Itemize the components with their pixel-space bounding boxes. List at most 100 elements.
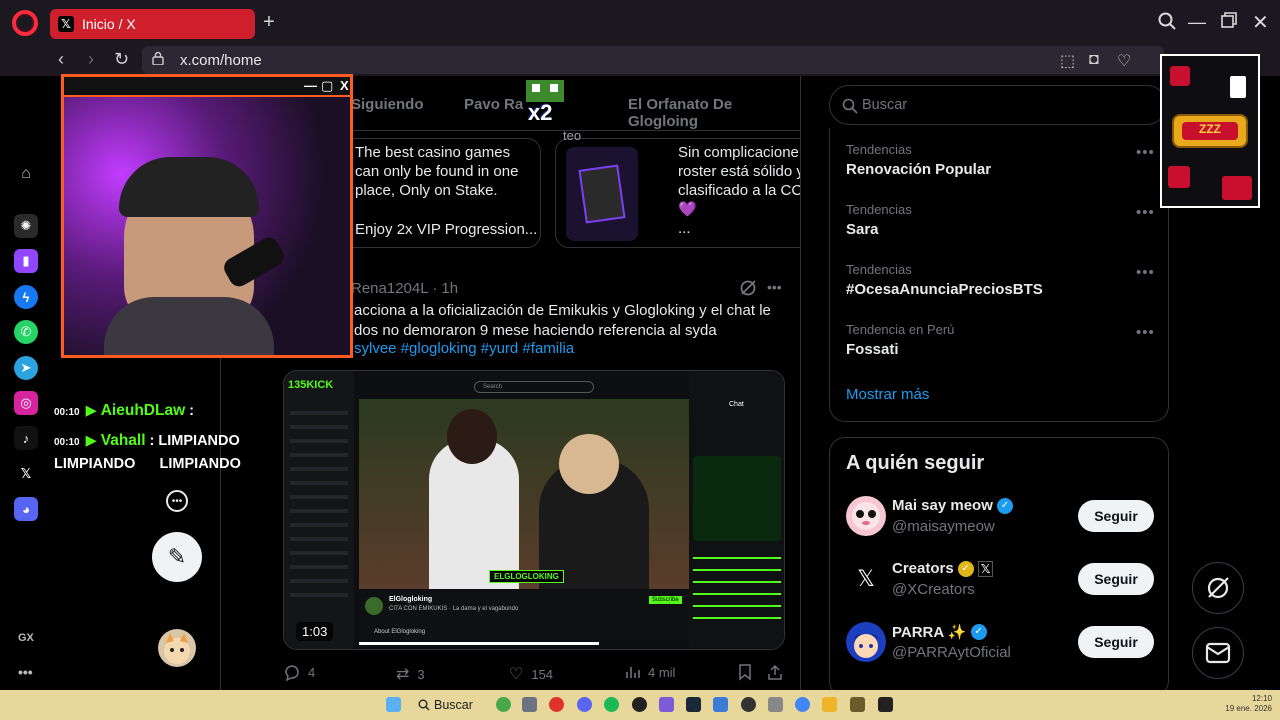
suggestion-handle[interactable]: @XCreators: [892, 581, 975, 598]
tab-pavo[interactable]: Pavo Ra: [464, 96, 523, 113]
logitech-taskbar-icon[interactable]: [632, 697, 647, 712]
whatsapp-taskbar-icon[interactable]: [496, 697, 511, 712]
promo-text-2: Sin complicacione roster está sólido y cla…: [678, 144, 801, 237]
tweet-more-icon[interactable]: •••: [767, 279, 782, 295]
more-options-icon[interactable]: •••: [166, 490, 188, 512]
sidebar-more-icon[interactable]: •••: [18, 664, 33, 680]
tiktok-icon[interactable]: ♪: [14, 426, 38, 450]
close-window-icon[interactable]: ✕: [1252, 10, 1269, 35]
video-progress[interactable]: [359, 642, 599, 645]
tweet-author[interactable]: Rena1204L: [351, 280, 428, 297]
snapshot-icon[interactable]: ⬚: [1060, 51, 1075, 71]
heart-icon[interactable]: ♡: [1117, 51, 1131, 71]
discord-taskbar-icon[interactable]: [577, 697, 592, 712]
trend-more-icon[interactable]: •••: [1136, 204, 1155, 221]
url-text[interactable]: x.com/home: [180, 52, 262, 69]
steam-taskbar-icon[interactable]: [686, 697, 701, 712]
follow-button[interactable]: Seguir: [1078, 626, 1154, 658]
reply-button[interactable]: 4: [283, 664, 315, 681]
promo-card-esports[interactable]: Sin complicacione roster está sólido y cla…: [555, 138, 801, 248]
gx-label[interactable]: GX: [18, 632, 34, 644]
x-sidebar-icon[interactable]: 𝕏: [14, 462, 38, 486]
verified-badge-icon: ✓: [970, 624, 987, 640]
follow-title: A quién seguir: [846, 452, 985, 474]
messenger-icon[interactable]: ϟ: [14, 285, 38, 309]
promo-text: The best casino games can only be found i…: [355, 144, 538, 238]
aria-icon[interactable]: ⌂: [14, 162, 38, 186]
minimize-window-icon[interactable]: —: [1188, 12, 1206, 33]
back-icon[interactable]: ‹: [58, 49, 64, 70]
show-more-link[interactable]: Mostrar más: [846, 386, 929, 403]
epic-taskbar-icon[interactable]: [878, 697, 893, 712]
forward-icon[interactable]: ›: [88, 49, 94, 70]
follow-button[interactable]: Seguir: [1078, 500, 1154, 532]
bookmark-icon[interactable]: [738, 664, 752, 681]
app-taskbar-icon[interactable]: [659, 697, 674, 712]
suggestion-name[interactable]: Creators ✓ 𝕏: [892, 560, 994, 577]
profile-avatar[interactable]: [158, 629, 196, 667]
game-taskbar-icon[interactable]: [850, 697, 865, 712]
instagram-icon[interactable]: ◎: [14, 391, 38, 415]
avatar[interactable]: [846, 622, 886, 662]
tweet-time[interactable]: · 1h: [432, 280, 458, 297]
suggestion-handle[interactable]: @PARRAytOficial: [892, 644, 1011, 661]
trend-more-icon[interactable]: •••: [1136, 264, 1155, 281]
video-duration: 1:03: [296, 622, 334, 641]
video-subscribe: Subscribe: [649, 596, 682, 604]
search-tabs-icon[interactable]: [1158, 12, 1176, 30]
search-input[interactable]: Buscar: [829, 85, 1167, 125]
suggestion-name[interactable]: Mai say meow ✓: [892, 497, 1013, 514]
grok-icon[interactable]: [739, 279, 757, 297]
repost-button[interactable]: ⇄ 3: [396, 664, 425, 684]
suggestion-name[interactable]: PARRA ✨ ✓: [892, 623, 987, 641]
trend-more-icon[interactable]: •••: [1136, 144, 1155, 161]
twitch-icon[interactable]: ▮: [14, 249, 38, 273]
tweet-hashtags[interactable]: sylvee #glogloking #yurd #familia: [354, 340, 574, 357]
whatsapp-icon[interactable]: ✆: [14, 320, 38, 344]
photos-taskbar-icon[interactable]: [713, 697, 728, 712]
x-logo-icon[interactable]: 𝕏: [846, 559, 886, 599]
explorer-taskbar-icon[interactable]: [822, 697, 837, 712]
obs-taskbar-icon[interactable]: [741, 697, 756, 712]
tab-siguiendo[interactable]: Siguiendo: [351, 96, 424, 113]
chrome-taskbar-icon[interactable]: [795, 697, 810, 712]
maximize-window-icon[interactable]: [1221, 12, 1237, 28]
discord-icon[interactable]: ◕: [14, 497, 38, 521]
opera-taskbar-icon[interactable]: [549, 697, 564, 712]
webcam-close-icon: X: [340, 78, 349, 93]
tab-inicio-x[interactable]: 𝕏 Inicio / X: [50, 9, 255, 39]
chat-message: 00:10 ▶ Vahall: LIMPIANDO: [54, 432, 240, 449]
webcam-overlay: — ▢ X: [61, 74, 353, 358]
tweet-video[interactable]: 135KICK Search ELGLOGLOKING ElGlogloking…: [283, 370, 785, 650]
x-affiliate-icon: 𝕏: [977, 560, 994, 577]
post-button-icon[interactable]: ✎: [152, 532, 202, 582]
grok-floating-icon[interactable]: [1192, 562, 1244, 614]
chat-message-continued: LIMPIANDO LIMPIANDO: [54, 456, 241, 472]
files-taskbar-icon[interactable]: [522, 697, 537, 712]
shield-check-icon[interactable]: ◘: [1089, 51, 1099, 69]
tool-taskbar-icon[interactable]: [768, 697, 783, 712]
spotify-taskbar-icon[interactable]: [604, 697, 619, 712]
messages-floating-icon[interactable]: [1192, 627, 1244, 679]
address-bar: ‹ › ↻ x.com/home ⬚ ◘ ♡: [0, 46, 1280, 76]
share-icon[interactable]: [767, 664, 783, 681]
tab-el-orfanato[interactable]: El Orfanato De Glogloing: [628, 96, 800, 130]
trend-more-icon[interactable]: •••: [1136, 324, 1155, 341]
chatgpt-icon[interactable]: ✺: [14, 214, 38, 238]
telegram-icon[interactable]: ➤: [14, 356, 38, 380]
like-button[interactable]: ♡ 154: [509, 664, 553, 684]
opera-logo-icon[interactable]: [12, 10, 38, 36]
video-stream-title: CITA CON EMIKUKIS · La dama y el vagabun…: [389, 606, 519, 612]
overlay-text: teo: [563, 128, 582, 143]
taskbar-clock[interactable]: 12:10 19 ene. 2026: [1222, 694, 1272, 714]
url-field[interactable]: [142, 46, 1164, 74]
avatar[interactable]: [846, 496, 886, 536]
suggestion-handle[interactable]: @maisaymeow: [892, 518, 995, 535]
start-icon[interactable]: [386, 697, 401, 712]
new-tab-button[interactable]: +: [258, 12, 280, 34]
follow-button[interactable]: Seguir: [1078, 563, 1154, 595]
reload-icon[interactable]: ↻: [114, 49, 129, 70]
promo-card-stake[interactable]: The best casino games can only be found i…: [331, 138, 541, 248]
views-button[interactable]: 4 mil: [624, 664, 675, 680]
taskbar-search[interactable]: Buscar: [418, 694, 492, 716]
